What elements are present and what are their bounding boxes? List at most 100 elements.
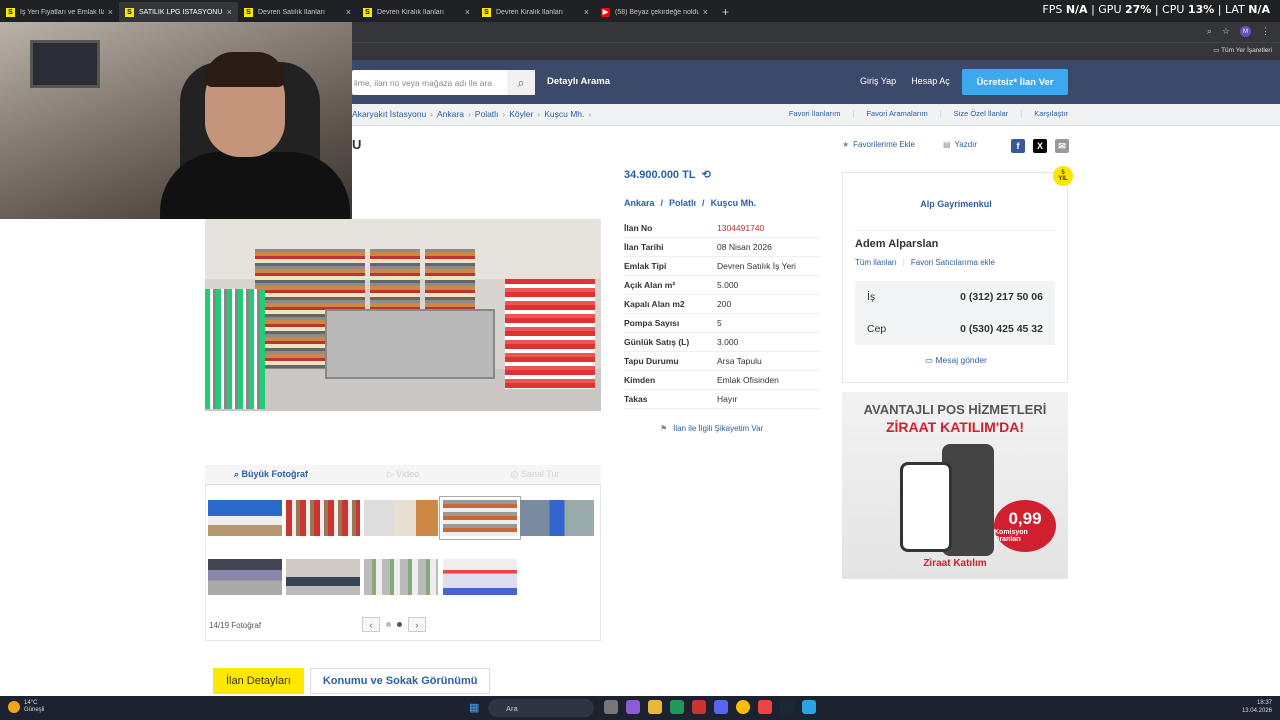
all-listings-link[interactable]: Tüm ilanları: [855, 258, 897, 267]
phone-row: Cep 0 (530) 425 45 32: [867, 323, 1043, 335]
search-icon[interactable]: ⌕: [507, 70, 535, 95]
breadcrumb-item[interactable]: Kuşcu Mh.: [544, 109, 584, 119]
seller-box: Alp Gayrimenkul Adem Alparslan Tüm ilanl…: [842, 172, 1068, 383]
new-tab-button[interactable]: +: [722, 5, 729, 19]
x-share-icon[interactable]: X: [1033, 139, 1047, 153]
detail-row: Günlük Satış (L) 3.000: [624, 333, 820, 352]
facebook-share-icon[interactable]: f: [1011, 139, 1025, 153]
thumbnail[interactable]: [208, 559, 282, 595]
edge-icon[interactable]: [670, 700, 684, 714]
close-tab-icon[interactable]: ×: [703, 7, 708, 17]
close-tab-icon[interactable]: ×: [108, 7, 113, 17]
breadcrumb-item[interactable]: Polatlı: [475, 109, 499, 119]
store-name[interactable]: Alp Gayrimenkul: [843, 199, 1069, 209]
chrome-icon[interactable]: [736, 700, 750, 714]
print-link[interactable]: Yazdır: [955, 140, 978, 149]
thumbnail[interactable]: [364, 500, 438, 536]
pager-dot-active[interactable]: [397, 622, 402, 627]
app-icon[interactable]: [692, 700, 706, 714]
location-district[interactable]: Polatlı: [669, 198, 696, 208]
ad-brand-logo: Ziraat Katılım: [923, 558, 987, 569]
close-tab-icon[interactable]: ×: [346, 7, 351, 17]
thumbnail[interactable]: [443, 559, 517, 595]
detail-tabs: İlan Detayları Konumu ve Sokak Görünümü: [213, 668, 491, 694]
favorite-searches-link[interactable]: Favori Aramalarım: [866, 109, 927, 118]
browser-tab-active[interactable]: S SATILIK LPG İSTASYONU - Devren ×: [119, 2, 238, 22]
breadcrumb-item[interactable]: Ankara: [437, 109, 464, 119]
add-favorite-link[interactable]: Favorilerime Ekle: [853, 140, 915, 149]
mail-share-icon[interactable]: ✉: [1055, 139, 1069, 153]
advertisement-banner[interactable]: AVANTAJLI POS HİZMETLERİ ZİRAAT KATILIM'…: [842, 392, 1068, 579]
all-bookmarks-folder[interactable]: ▭ Tüm Yer İşaretleri: [1213, 46, 1272, 54]
browser-tab[interactable]: S Devren Satılık İlanları ×: [238, 2, 357, 22]
thumbnail[interactable]: [286, 500, 360, 536]
thumbnail[interactable]: [208, 500, 282, 536]
browser-tab[interactable]: S İş Yeri Fiyatları ve Emlak İlanları ×: [0, 2, 119, 22]
main-listing-photo[interactable]: [205, 219, 601, 411]
close-tab-icon[interactable]: ×: [584, 7, 589, 17]
gallery-panel: [205, 465, 601, 641]
chat-icon: ▭: [925, 355, 934, 365]
breadcrumb-item[interactable]: Köyler: [509, 109, 533, 119]
profile-avatar[interactable]: M: [1240, 26, 1251, 37]
phone-image: [900, 462, 952, 552]
zoom-icon[interactable]: ⌕: [1207, 26, 1212, 37]
task-view-icon[interactable]: [604, 700, 618, 714]
prev-page-button[interactable]: ‹: [362, 617, 380, 632]
system-clock[interactable]: 18:37 13.04.2026: [1242, 699, 1272, 715]
advanced-search-link[interactable]: Detaylı Arama: [547, 76, 610, 87]
close-tab-icon[interactable]: ×: [465, 7, 470, 17]
ad-headline: AVANTAJLI POS HİZMETLERİ: [863, 402, 1047, 417]
phone-list: İş 0 (312) 217 50 06 Cep 0 (530) 425 45 32: [855, 281, 1055, 345]
favorite-listings-link[interactable]: Favori İlanlarım: [789, 109, 841, 118]
app-icon[interactable]: [758, 700, 772, 714]
browser-tab[interactable]: S Devren Kiralık İlanları ×: [476, 2, 595, 22]
thumbnail[interactable]: [364, 559, 438, 595]
detail-row: Emlak Tipi Devren Satılık İş Yeri: [624, 257, 820, 276]
detail-row: Kimden Emlak Ofisinden: [624, 371, 820, 390]
add-favorite-seller-link[interactable]: Favori Satıcılarıma ekle: [911, 258, 995, 267]
report-listing-link[interactable]: ⚑ İlan ile İlgili Şikayetim Var: [660, 424, 763, 433]
windows-start-icon[interactable]: ▦: [469, 701, 479, 714]
send-message-link[interactable]: ▭ Mesaj gönder: [843, 355, 1069, 366]
thumbnail-selected[interactable]: [439, 496, 521, 540]
file-explorer-icon[interactable]: [648, 700, 662, 714]
tab-virtual-tour: ◎ Sanal Tur: [510, 469, 560, 479]
tab-large-photo[interactable]: ⌕ Büyük Fotoğraf: [205, 469, 337, 480]
breadcrumb-item[interactable]: Akaryakıt İstasyonu: [352, 109, 426, 119]
app-icon[interactable]: [802, 700, 816, 714]
browser-tab[interactable]: S Devren Kiralık İlanları ×: [357, 2, 476, 22]
close-tab-icon[interactable]: ×: [227, 7, 232, 17]
tab-title: İş Yeri Fiyatları ve Emlak İlanları: [20, 8, 104, 16]
pager-dot[interactable]: [386, 622, 391, 627]
thumbnail[interactable]: [520, 500, 594, 536]
menu-icon[interactable]: ⋮: [1261, 26, 1270, 37]
app-icon[interactable]: [626, 700, 640, 714]
sahibinden-favicon-icon: S: [125, 7, 134, 17]
tab-title: Devren Satılık İlanları: [258, 8, 325, 16]
next-page-button[interactable]: ›: [408, 617, 426, 632]
steam-icon[interactable]: [780, 700, 794, 714]
tab-title: Devren Kiralık İlanları: [496, 8, 563, 16]
browser-tab[interactable]: ▶ (58) Beyaz çekirdeğe noldu? - Y ×: [595, 2, 714, 22]
sahibinden-favicon-icon: S: [363, 7, 372, 17]
price-history-icon[interactable]: ⟲: [702, 168, 711, 181]
bookmark-star-icon[interactable]: ☆: [1222, 26, 1230, 37]
location-neighborhood[interactable]: Kuşcu Mh.: [711, 198, 757, 208]
taskbar-search[interactable]: Ara: [488, 699, 594, 717]
discord-icon[interactable]: [714, 700, 728, 714]
compare-link[interactable]: Karşılaştır: [1034, 109, 1068, 118]
tab-location-street-view[interactable]: Konumu ve Sokak Görünümü: [309, 668, 491, 694]
register-link[interactable]: Hesap Aç: [911, 76, 950, 86]
performance-overlay: FPS N/A | GPU 27% | CPU 13% | LAT N/A: [1042, 3, 1270, 16]
location-city[interactable]: Ankara: [624, 198, 655, 208]
search-input[interactable]: lime, ilan no veya mağaza adı ile ara ⌕: [352, 70, 535, 95]
tab-listing-details[interactable]: İlan Detayları: [213, 668, 304, 694]
membership-years-badge: 5 YIL: [1053, 166, 1073, 186]
login-link[interactable]: Giriş Yap: [860, 76, 896, 86]
weather-widget[interactable]: 14°C Güneşli: [8, 700, 44, 714]
post-listing-button[interactable]: Ücretsiz* İlan Ver: [962, 69, 1068, 95]
thumbnail[interactable]: [286, 559, 360, 595]
special-listings-link[interactable]: Size Özel İlanlar: [954, 109, 1009, 118]
share-buttons: f X ✉: [1011, 139, 1069, 153]
